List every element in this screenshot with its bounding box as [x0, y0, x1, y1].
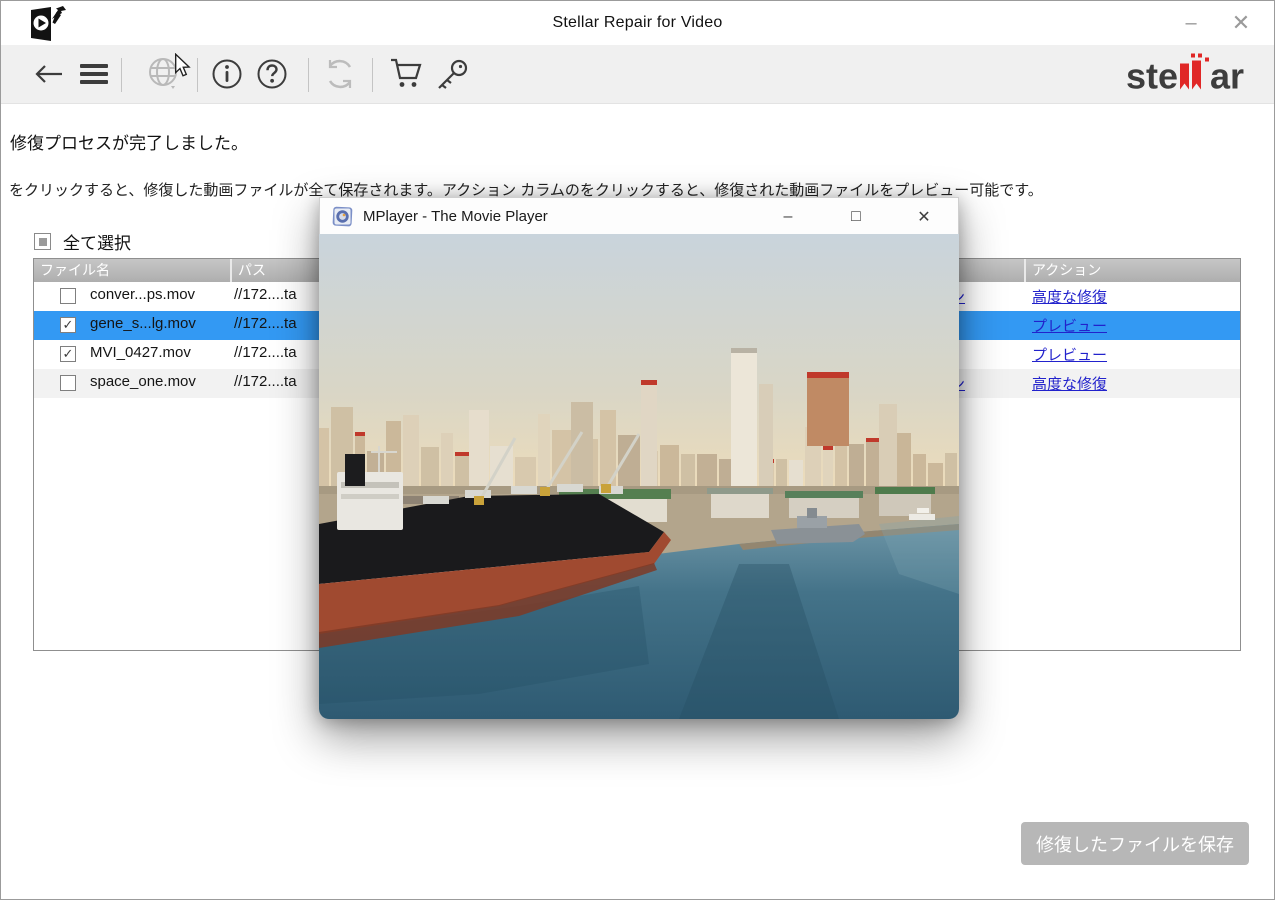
title-bar: Stellar Repair for Video – ✕	[1, 1, 1274, 45]
row-checkbox[interactable]: ✓	[60, 346, 76, 362]
mplayer-maximize-button[interactable]: □	[822, 198, 890, 235]
select-all[interactable]: 全て選択	[34, 229, 131, 254]
back-icon[interactable]	[33, 62, 65, 86]
stellar-brand-logo: ste ar	[1126, 54, 1244, 95]
select-all-checkbox[interactable]	[34, 233, 51, 250]
license-key-icon[interactable]	[434, 58, 470, 90]
file-path: //172....ta	[234, 286, 297, 303]
file-path: //172....ta	[234, 344, 297, 361]
file-name: conver...ps.mov	[90, 286, 195, 303]
mplayer-close-button[interactable]: ✕	[890, 198, 958, 235]
stellar-repair-window: Stellar Repair for Video – ✕	[0, 0, 1275, 900]
help-icon[interactable]	[256, 58, 288, 90]
window-title: Stellar Repair for Video	[1, 1, 1274, 45]
advanced-repair-link[interactable]: 高度な修復	[1032, 289, 1107, 306]
file-name: gene_s...lg.mov	[90, 315, 196, 332]
file-path: //172....ta	[234, 315, 297, 332]
cart-icon[interactable]	[389, 57, 425, 91]
toolbar-separator	[121, 58, 122, 92]
video-frame[interactable]	[319, 234, 959, 719]
col-action[interactable]: アクション	[1026, 259, 1240, 282]
mplayer-window[interactable]: MPlayer - The Movie Player – □ ✕	[319, 197, 959, 719]
brand-text-post: ar	[1210, 59, 1244, 95]
preview-link[interactable]: プレビュー	[1032, 318, 1107, 335]
menu-icon[interactable]	[79, 62, 109, 86]
file-name: MVI_0427.mov	[90, 344, 191, 361]
minimize-button[interactable]: –	[1168, 1, 1214, 45]
row-checkbox[interactable]	[60, 288, 76, 304]
info-icon[interactable]	[211, 58, 243, 90]
close-button[interactable]: ✕	[1218, 1, 1264, 45]
toolbar-separator	[372, 58, 373, 92]
row-checkbox[interactable]: ✓	[60, 317, 76, 333]
preview-link[interactable]: プレビュー	[1032, 347, 1107, 364]
toolbar-separator	[197, 58, 198, 92]
mplayer-app-icon	[332, 206, 353, 227]
col-file-name[interactable]: ファイル名	[34, 259, 228, 282]
advanced-repair-link[interactable]: 高度な修復	[1032, 376, 1107, 393]
toolbar: ste ar	[1, 45, 1274, 104]
mplayer-window-title: MPlayer - The Movie Player	[363, 208, 548, 225]
mouse-cursor	[173, 53, 191, 77]
status-heading: 修復プロセスが完了しました。	[10, 129, 248, 154]
file-path: //172....ta	[234, 373, 297, 390]
toolbar-separator	[308, 58, 309, 92]
brand-text-pre: ste	[1126, 59, 1178, 95]
file-name: space_one.mov	[90, 373, 196, 390]
mplayer-title-bar[interactable]: MPlayer - The Movie Player – □ ✕	[319, 197, 959, 234]
refresh-icon[interactable]	[323, 57, 357, 91]
select-all-label: 全て選択	[63, 229, 131, 254]
mplayer-minimize-button[interactable]: –	[754, 198, 822, 235]
row-checkbox[interactable]	[60, 375, 76, 391]
save-repaired-files-button[interactable]: 修復したファイルを保存	[1021, 822, 1249, 865]
